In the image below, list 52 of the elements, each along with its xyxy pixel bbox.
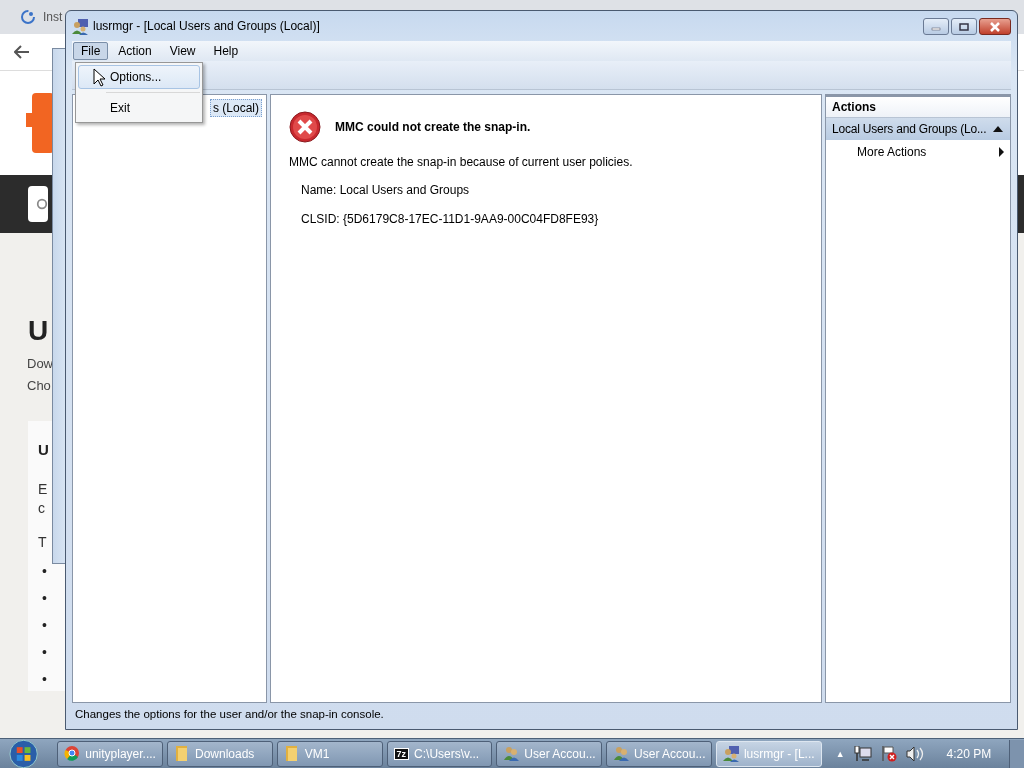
users-icon	[503, 745, 520, 762]
menu-item[interactable]: View	[161, 42, 204, 60]
back-arrow-icon[interactable]	[14, 45, 30, 59]
archive-icon: 7z	[393, 747, 410, 760]
card-text: c	[38, 499, 46, 518]
tree-item[interactable]: s (Local)	[210, 99, 262, 117]
bullet: •	[42, 616, 48, 635]
menu-item[interactable]: File	[73, 42, 109, 60]
show-desktop-button[interactable]	[1009, 739, 1024, 768]
action-link[interactable]: More Actions	[826, 140, 1010, 164]
menu-option[interactable]: Exit	[78, 96, 200, 120]
network-icon[interactable]	[853, 745, 872, 762]
users-icon	[613, 745, 630, 762]
close-button[interactable]	[979, 18, 1011, 35]
users-icon	[722, 745, 739, 762]
minimize-button[interactable]	[923, 18, 949, 35]
search-field[interactable]	[28, 186, 48, 222]
menu-item[interactable]: Action	[110, 42, 160, 60]
maximize-button[interactable]	[951, 18, 977, 35]
card-text: T	[38, 534, 48, 550]
page-heading: U	[28, 315, 48, 347]
error-icon	[289, 111, 321, 143]
taskbar-button[interactable]: 7z C:\Users\v...	[386, 740, 493, 767]
error-detail: CLSID: {5D6179C8-17EC-11D1-9AA9-00C04FD8FE93}	[301, 212, 600, 226]
speaker-icon[interactable]	[905, 745, 924, 762]
close-icon	[989, 21, 1001, 32]
bullet: •	[42, 589, 48, 608]
browser-icon	[64, 745, 81, 762]
menu-option[interactable]: Options...	[78, 65, 200, 89]
card-heading: U	[38, 441, 50, 458]
error-detail: Name: Local Users and Groups	[301, 183, 471, 197]
card-text: E	[38, 480, 49, 499]
error-title: MMC could not create the snap-in.	[335, 120, 531, 134]
window-title: lusrmgr - [Local Users and Groups (Local)]	[93, 19, 321, 33]
mouse-cursor-icon	[93, 68, 105, 87]
flag-icon[interactable]	[880, 745, 897, 762]
menu-item[interactable]: Help	[205, 42, 247, 60]
status-text: Changes the options for the user and/or the snap-in console.	[74, 707, 385, 722]
error-message: MMC cannot create the snap-in because of current user policies.	[289, 155, 634, 169]
loading-icon	[20, 9, 36, 25]
bullet: •	[42, 670, 48, 689]
bullet: •	[42, 643, 48, 662]
section-title: Local Users and Groups (Lo...	[832, 122, 987, 136]
maximize-icon	[959, 22, 969, 31]
bullet: •	[42, 562, 48, 581]
page-text: Cho	[27, 377, 49, 395]
search-icon	[36, 197, 48, 211]
tab-title[interactable]: Inst	[43, 10, 63, 24]
actions-section-header[interactable]: Local Users and Groups (Lo...	[826, 118, 1010, 140]
folder-icon	[174, 745, 190, 762]
folder-icon	[283, 745, 300, 762]
users-icon	[72, 17, 88, 35]
